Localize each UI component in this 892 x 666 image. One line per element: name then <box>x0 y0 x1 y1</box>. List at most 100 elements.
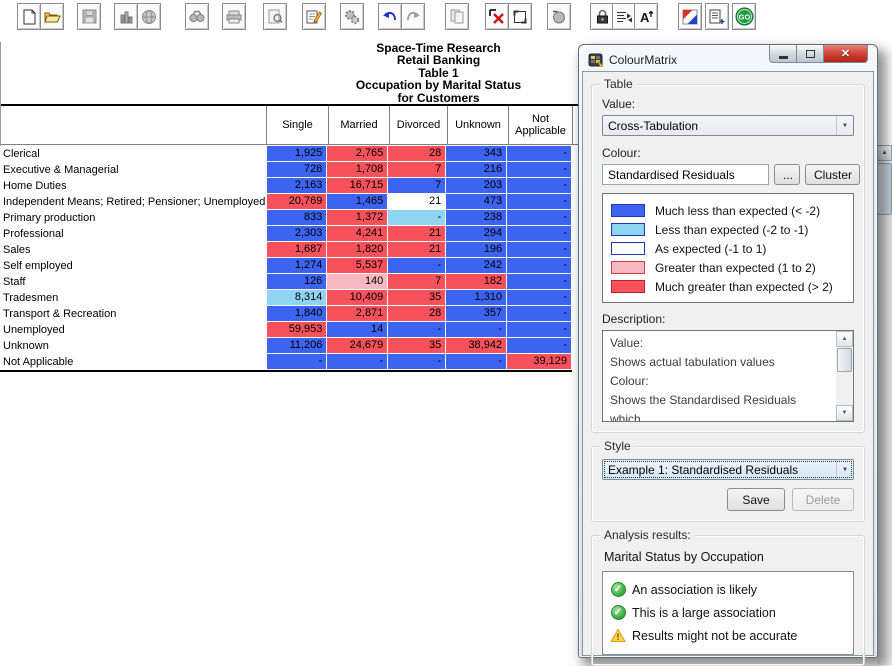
maximize-button[interactable] <box>797 45 824 63</box>
table-cell[interactable]: - <box>507 322 572 338</box>
row-label[interactable]: Transport & Recreation <box>0 306 266 322</box>
row-label[interactable]: Staff <box>0 274 266 290</box>
row-label[interactable]: Unknown <box>0 338 266 354</box>
table-cell[interactable]: 196 <box>446 242 507 258</box>
table-cell[interactable]: 39,129 <box>507 354 572 370</box>
table-cell[interactable]: - <box>507 194 572 210</box>
field-reorder-button[interactable] <box>612 3 636 30</box>
table-cell[interactable]: - <box>446 322 507 338</box>
minimize-button[interactable] <box>769 45 797 63</box>
row-label[interactable]: Independent Means; Retired; Pensioner; U… <box>0 194 266 210</box>
lock-table-button[interactable] <box>590 3 614 30</box>
table-cell[interactable]: 2,871 <box>327 306 388 322</box>
table-cell[interactable]: - <box>507 306 572 322</box>
table-cell[interactable]: 473 <box>446 194 507 210</box>
table-cell[interactable]: 182 <box>446 274 507 290</box>
table-cell[interactable]: 1,687 <box>266 242 328 258</box>
table-cell[interactable]: 343 <box>446 146 507 162</box>
table-cell[interactable]: 126 <box>266 274 328 290</box>
row-label[interactable]: Clerical <box>0 146 266 162</box>
go-button[interactable]: GO <box>732 3 756 30</box>
cluster-button[interactable]: Cluster <box>805 164 860 185</box>
table-cell[interactable]: 1,310 <box>446 290 507 306</box>
table-cell[interactable]: 1,274 <box>266 258 328 274</box>
table-cell[interactable]: 1,840 <box>266 306 328 322</box>
browse-button[interactable]: ... <box>774 164 800 185</box>
table-cell[interactable]: 11,206 <box>266 338 328 354</box>
row-label[interactable]: Professional <box>0 226 266 242</box>
table-cell[interactable]: 35 <box>388 290 446 306</box>
table-cell[interactable]: 203 <box>446 178 507 194</box>
value-combobox[interactable]: Cross-Tabulation ▼ <box>602 115 854 136</box>
table-cell[interactable]: 28 <box>388 146 446 162</box>
table-cell[interactable]: 16,715 <box>327 178 388 194</box>
table-cell[interactable]: 242 <box>446 258 507 274</box>
table-cell[interactable]: - <box>507 338 572 354</box>
column-header-married[interactable]: Married <box>328 106 389 144</box>
row-label[interactable]: Primary production <box>0 210 266 226</box>
colour-matrix-button[interactable] <box>678 3 702 30</box>
colour-field[interactable] <box>602 164 769 185</box>
table-cell[interactable]: 8,314 <box>266 290 328 306</box>
table-cell[interactable]: - <box>507 242 572 258</box>
scroll-down-icon[interactable]: ▼ <box>836 405 853 421</box>
table-cell[interactable]: 4,241 <box>327 226 388 242</box>
table-cell[interactable]: - <box>507 162 572 178</box>
row-label[interactable]: Unemployed <box>0 322 266 338</box>
table-cell[interactable]: 5,537 <box>327 258 388 274</box>
table-cell[interactable]: - <box>507 226 572 242</box>
add-document-button[interactable] <box>705 3 729 30</box>
table-cell[interactable]: - <box>507 290 572 306</box>
table-cell[interactable]: 1,708 <box>327 162 388 178</box>
table-cell[interactable]: 21 <box>388 226 446 242</box>
row-label[interactable]: Self employed <box>0 258 266 274</box>
main-vertical-scrollbar[interactable]: ▲ <box>877 145 892 665</box>
save-button[interactable]: Save <box>727 488 785 511</box>
table-cell[interactable]: 1,820 <box>327 242 388 258</box>
table-cell[interactable]: - <box>507 178 572 194</box>
table-cell[interactable]: - <box>388 322 446 338</box>
table-cell[interactable]: 7 <box>388 178 446 194</box>
row-label[interactable]: Executive & Managerial <box>0 162 266 178</box>
new-document-button[interactable] <box>17 3 41 30</box>
delete-button[interactable]: Delete <box>792 488 854 511</box>
column-header-unknown[interactable]: Unknown <box>447 106 508 144</box>
table-cell[interactable]: - <box>507 258 572 274</box>
table-cell[interactable]: 38,942 <box>446 338 507 354</box>
description-scrollbar-thumb[interactable] <box>837 348 852 372</box>
style-combobox[interactable]: Example 1: Standardised Residuals ▼ <box>602 459 854 480</box>
table-cell[interactable]: 24,679 <box>327 338 388 354</box>
table-cell[interactable]: 238 <box>446 210 507 226</box>
column-header-single[interactable]: Single <box>266 106 328 144</box>
close-button[interactable]: ✕ <box>824 45 868 63</box>
table-cell[interactable]: - <box>388 354 446 370</box>
table-cell[interactable]: 21 <box>388 242 446 258</box>
table-cell[interactable]: 728 <box>266 162 328 178</box>
row-label[interactable]: Home Duties <box>0 178 266 194</box>
table-cell[interactable]: 1,372 <box>327 210 388 226</box>
row-label[interactable]: Sales <box>0 242 266 258</box>
row-label[interactable]: Not Applicable <box>0 354 266 370</box>
table-cell[interactable]: 833 <box>266 210 328 226</box>
table-cell[interactable]: 21 <box>388 194 446 210</box>
undo-button[interactable] <box>378 3 402 30</box>
table-cell[interactable]: 2,765 <box>327 146 388 162</box>
table-cell[interactable]: 59,953 <box>266 322 328 338</box>
table-cell[interactable]: 20,769 <box>266 194 328 210</box>
table-cell[interactable]: - <box>388 258 446 274</box>
column-header-not-applicable[interactable]: Not Applicable <box>508 106 573 144</box>
row-label[interactable]: Tradesmen <box>0 290 266 306</box>
table-cell[interactable]: - <box>266 354 328 370</box>
table-cell[interactable]: 14 <box>327 322 388 338</box>
table-cell[interactable]: 10,409 <box>327 290 388 306</box>
scroll-up-icon[interactable]: ▲ <box>877 145 892 161</box>
dialog-titlebar[interactable]: ColourMatrix ✕ <box>582 48 874 71</box>
table-cell[interactable]: - <box>507 274 572 290</box>
table-cell[interactable]: 2,163 <box>266 178 328 194</box>
table-cell[interactable]: 294 <box>446 226 507 242</box>
table-cell[interactable]: - <box>507 210 572 226</box>
table-cell[interactable]: 216 <box>446 162 507 178</box>
table-cell[interactable]: 140 <box>327 274 388 290</box>
scroll-up-icon[interactable]: ▲ <box>836 331 853 347</box>
table-cell[interactable]: - <box>446 354 507 370</box>
